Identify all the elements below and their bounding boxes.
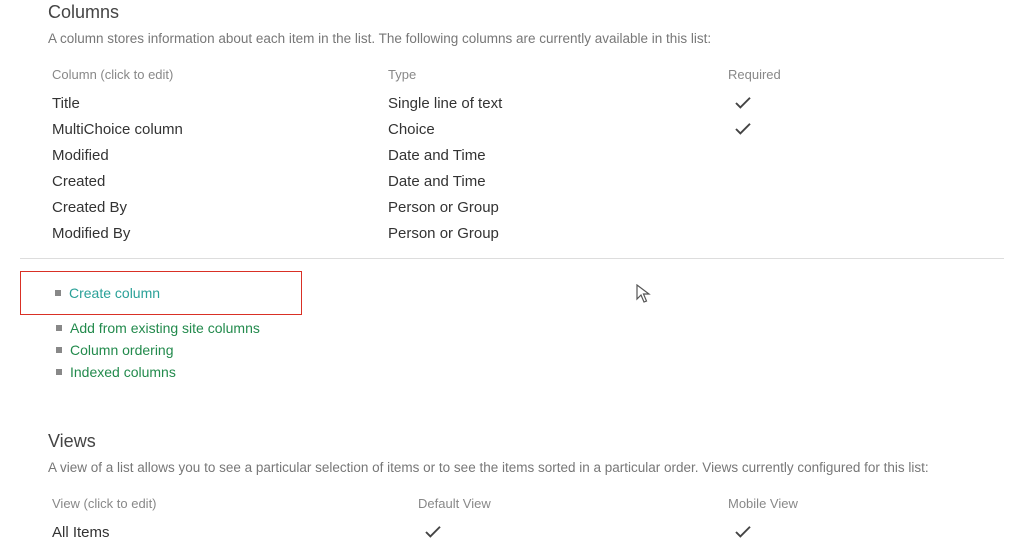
column-type: Date and Time <box>388 173 728 190</box>
columns-table: Column (click to edit) Type Required Tit… <box>48 64 976 246</box>
column-row: Created ByPerson or Group <box>48 194 976 220</box>
columns-header-required: Required <box>728 67 888 82</box>
columns-header-row: Column (click to edit) Type Required <box>48 64 976 90</box>
column-required <box>728 122 888 136</box>
views-header-default: Default View <box>418 496 728 511</box>
view-default <box>418 525 728 539</box>
bullet-icon <box>56 347 62 353</box>
column-type: Single line of text <box>388 95 728 112</box>
column-row: CreatedDate and Time <box>48 168 976 194</box>
add-existing-label: Add from existing site columns <box>70 320 260 336</box>
create-column-link[interactable]: Create column <box>21 282 301 304</box>
column-name[interactable]: Created <box>48 173 388 190</box>
column-row: ModifiedDate and Time <box>48 142 976 168</box>
columns-description: A column stores information about each i… <box>48 31 976 46</box>
column-required <box>728 226 888 240</box>
view-name[interactable]: All Items <box>48 524 418 541</box>
column-required <box>728 148 888 162</box>
column-name[interactable]: Title <box>48 95 388 112</box>
column-row: Modified ByPerson or Group <box>48 220 976 246</box>
column-name[interactable]: Modified <box>48 147 388 164</box>
bullet-icon <box>56 369 62 375</box>
views-heading: Views <box>48 431 976 452</box>
create-column-label: Create column <box>69 285 160 301</box>
view-row: All Items <box>48 519 976 545</box>
column-ordering-link[interactable]: Column ordering <box>48 339 976 361</box>
column-type: Person or Group <box>388 199 728 216</box>
add-existing-columns-link[interactable]: Add from existing site columns <box>48 317 976 339</box>
column-type: Person or Group <box>388 225 728 242</box>
columns-heading: Columns <box>48 2 976 23</box>
view-mobile <box>728 525 928 539</box>
bullet-icon <box>56 325 62 331</box>
views-header-row: View (click to edit) Default View Mobile… <box>48 493 976 519</box>
highlight-box: Create column <box>20 271 302 315</box>
column-required <box>728 200 888 214</box>
indexed-columns-label: Indexed columns <box>70 364 176 380</box>
column-required <box>728 174 888 188</box>
columns-divider <box>20 258 1004 259</box>
views-header-view: View (click to edit) <box>48 496 418 511</box>
views-section: Views A view of a list allows you to see… <box>48 431 976 545</box>
column-actions: Create column Add from existing site col… <box>48 271 976 383</box>
column-name[interactable]: Modified By <box>48 225 388 242</box>
views-description: A view of a list allows you to see a par… <box>48 460 976 475</box>
column-row: MultiChoice columnChoice <box>48 116 976 142</box>
column-name[interactable]: MultiChoice column <box>48 121 388 138</box>
indexed-columns-link[interactable]: Indexed columns <box>48 361 976 383</box>
columns-section: Columns A column stores information abou… <box>48 2 976 246</box>
column-row: TitleSingle line of text <box>48 90 976 116</box>
column-required <box>728 96 888 110</box>
views-table: View (click to edit) Default View Mobile… <box>48 493 976 545</box>
bullet-icon <box>55 290 61 296</box>
columns-header-name: Column (click to edit) <box>48 67 388 82</box>
column-name[interactable]: Created By <box>48 199 388 216</box>
column-ordering-label: Column ordering <box>70 342 174 358</box>
column-type: Choice <box>388 121 728 138</box>
columns-header-type: Type <box>388 67 728 82</box>
views-header-mobile: Mobile View <box>728 496 928 511</box>
column-type: Date and Time <box>388 147 728 164</box>
